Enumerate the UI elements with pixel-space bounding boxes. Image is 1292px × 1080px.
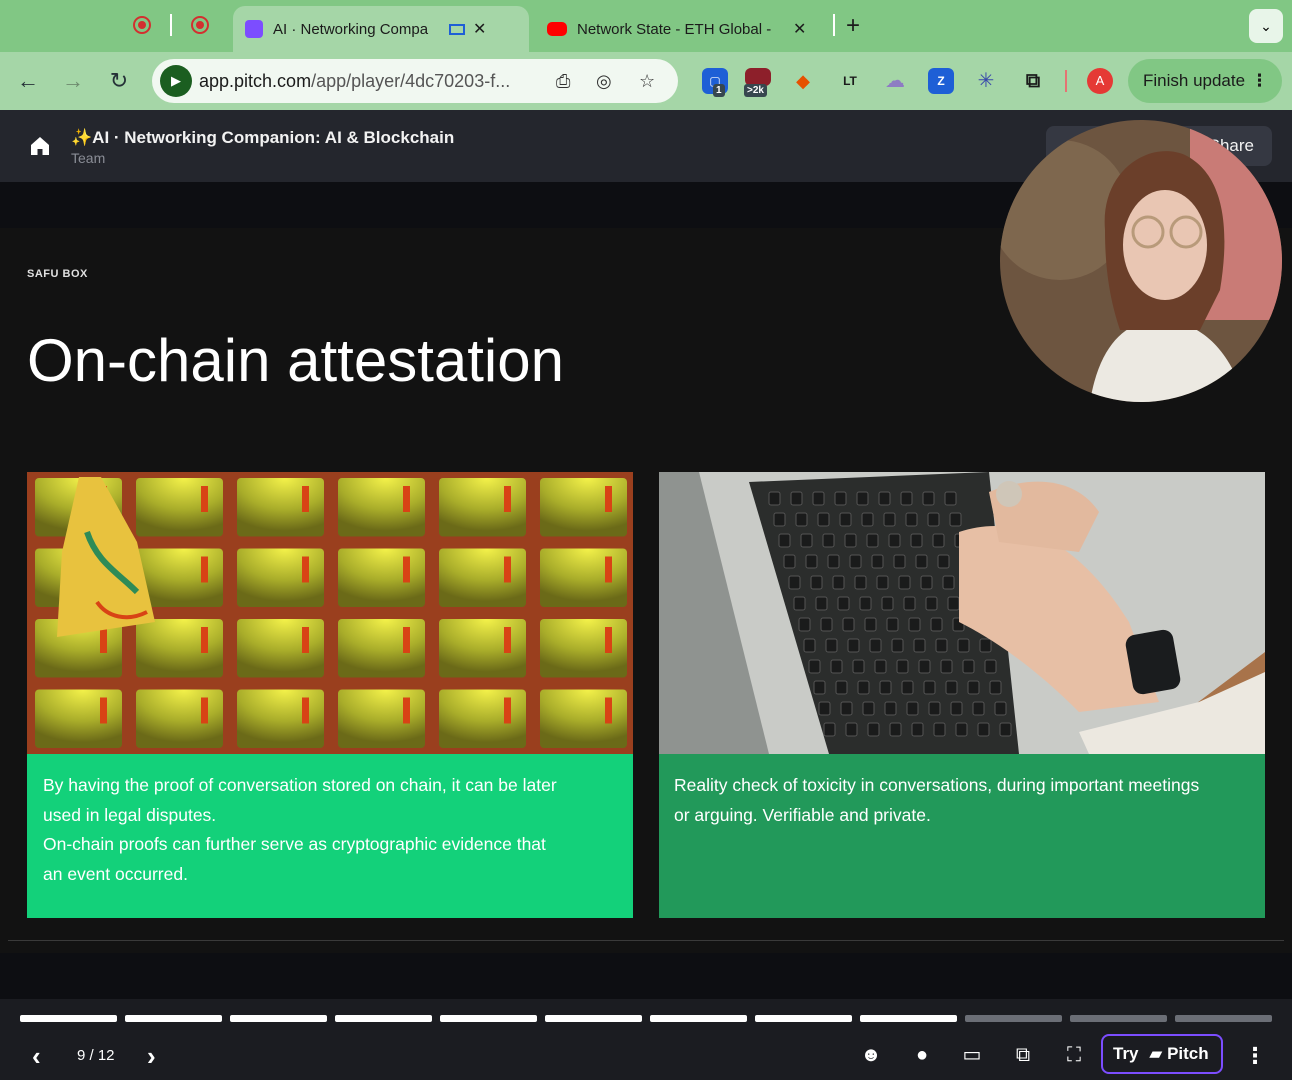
progress-segment[interactable] (335, 1015, 432, 1022)
progress-segment[interactable] (1070, 1015, 1167, 1022)
tab-label: Network State - ETH Global - (577, 20, 772, 38)
caption-line: On-chain proofs can further serve as cry… (43, 834, 546, 854)
bookmark-star-icon[interactable]: ☆ (639, 71, 655, 92)
slide-bottom-divider (8, 940, 1284, 941)
new-tab-button[interactable]: + (846, 12, 860, 40)
back-button[interactable]: ← (13, 66, 43, 96)
fullscreen-icon[interactable]: ⛶ (1062, 1043, 1086, 1067)
progress-segment[interactable] (230, 1015, 327, 1022)
tab-close-icon[interactable]: ✕ (473, 19, 486, 39)
site-camera-icon[interactable]: ▶ (160, 65, 192, 97)
page-counter: 9 / 12 (77, 1047, 115, 1064)
webcam-bubble[interactable] (1000, 120, 1282, 402)
metamask-fox-icon[interactable]: ◆ (790, 68, 816, 94)
finish-update-label: Finish update (1143, 71, 1246, 90)
tab-separator (833, 14, 835, 36)
more-options-icon[interactable]: ⋮ (1244, 1043, 1266, 1069)
caption-line: Reality check of toxicity in conversatio… (674, 775, 1200, 795)
kebab-menu-icon: ⋮ (1251, 71, 1268, 90)
next-slide-button[interactable]: › (147, 1041, 156, 1072)
youtube-favicon-icon (547, 22, 567, 36)
presenter-video (1000, 120, 1282, 402)
browser-toolbar: ← → ↻ ▶ app.pitch.com/app/player/4dc7020… (0, 52, 1292, 110)
progress-segment[interactable] (440, 1015, 537, 1022)
extension-badge: 1 (713, 84, 725, 97)
try-pitch-button[interactable]: Try ▰ Pitch (1101, 1034, 1223, 1074)
workspace-label[interactable]: Team (71, 150, 105, 166)
tab-label: AI · Networking Compa (273, 20, 429, 38)
eye-off-icon[interactable]: ◎ (596, 71, 612, 92)
slide-bottom-gutter (0, 953, 1292, 999)
address-bar[interactable]: ▶ app.pitch.com/app/player/4dc70203-f...… (152, 59, 678, 103)
card-toxicity-check: Reality check of toxicity in conversatio… (659, 472, 1265, 918)
puzzle-extensions-icon[interactable]: ⧉ (1020, 68, 1046, 94)
url-text[interactable]: app.pitch.com/app/player/4dc70203-f... (199, 71, 510, 92)
finish-update-button[interactable]: Finish update ⋮ (1128, 59, 1282, 103)
forward-button[interactable]: → (58, 66, 88, 96)
emoji-reaction-icon[interactable]: ☻ (859, 1043, 883, 1067)
chevron-down-icon: ⌄ (1260, 17, 1272, 34)
zoom-extension-icon[interactable]: Z (928, 68, 954, 94)
card-caption: Reality check of toxicity in conversatio… (659, 754, 1265, 918)
languagetool-icon[interactable]: LT (837, 68, 863, 94)
card-legal-proof: By having the proof of conversation stor… (27, 472, 633, 918)
slide-heading: On-chain attestation (27, 327, 564, 394)
try-label: Try (1113, 1044, 1139, 1063)
pitch-brand-label: Pitch (1167, 1044, 1209, 1063)
pitch-favicon-icon (245, 20, 263, 38)
screen-share-icon (449, 23, 465, 35)
slide-progress-bar[interactable] (20, 1015, 1272, 1022)
progress-segment[interactable] (860, 1015, 957, 1022)
tab-youtube[interactable]: Network State - ETH Global - ✕ (535, 6, 827, 52)
progress-segment[interactable] (755, 1015, 852, 1022)
toolbar-divider (1065, 70, 1067, 92)
card-caption: By having the proof of conversation stor… (27, 754, 633, 918)
recording-icon[interactable] (133, 16, 151, 34)
pitch-logo-icon: ▰ (1149, 1044, 1163, 1063)
progress-segment[interactable] (1175, 1015, 1272, 1022)
recording-icon[interactable] (191, 16, 209, 34)
caption-line: By having the proof of conversation stor… (43, 775, 557, 795)
tab-pitch[interactable]: AI · Networking Compa ✕ (233, 6, 529, 52)
reload-button[interactable]: ↻ (104, 66, 134, 96)
asterisk-extension-icon[interactable]: ✳ (973, 68, 999, 94)
progress-segment[interactable] (545, 1015, 642, 1022)
progress-segment[interactable] (20, 1015, 117, 1022)
laptop-typing-photo (659, 472, 1265, 754)
tab-separator (170, 14, 172, 36)
picture-in-picture-icon[interactable]: ⧉ (1011, 1043, 1035, 1067)
caption-line: an event occurred. (43, 863, 188, 884)
slide-eyebrow: SAFU BOX (27, 268, 88, 280)
progress-segment[interactable] (965, 1015, 1062, 1022)
caption-line: or arguing. Verifiable and private. (674, 804, 931, 825)
previous-slide-button[interactable]: ‹ (32, 1041, 41, 1072)
profile-avatar[interactable]: A (1087, 68, 1113, 94)
presenter-view-icon[interactable]: ▭ (960, 1043, 984, 1067)
extension-badge: >2k (744, 84, 767, 97)
caption-line: used in legal disputes. (43, 804, 217, 825)
document-title: ✨AI · Networking Companion: AI & Blockch… (71, 128, 455, 147)
browser-tabstrip: AI · Networking Compa ✕ Network State - … (0, 0, 1292, 52)
tab-close-icon[interactable]: ✕ (793, 19, 806, 39)
install-app-icon[interactable]: ⎙ (556, 71, 570, 92)
home-icon[interactable] (29, 135, 51, 157)
comment-icon[interactable]: ● (910, 1043, 934, 1067)
locker-wall-photo (27, 472, 633, 754)
player-controls: ‹ 9 / 12 › ☻ ● ▭ ⧉ ⛶ Try ▰ Pitch ⋮ (0, 999, 1292, 1080)
progress-segment[interactable] (125, 1015, 222, 1022)
progress-segment[interactable] (650, 1015, 747, 1022)
tab-search-button[interactable]: ⌄ (1249, 9, 1283, 43)
cloud-extension-icon[interactable]: ☁ (882, 68, 908, 94)
